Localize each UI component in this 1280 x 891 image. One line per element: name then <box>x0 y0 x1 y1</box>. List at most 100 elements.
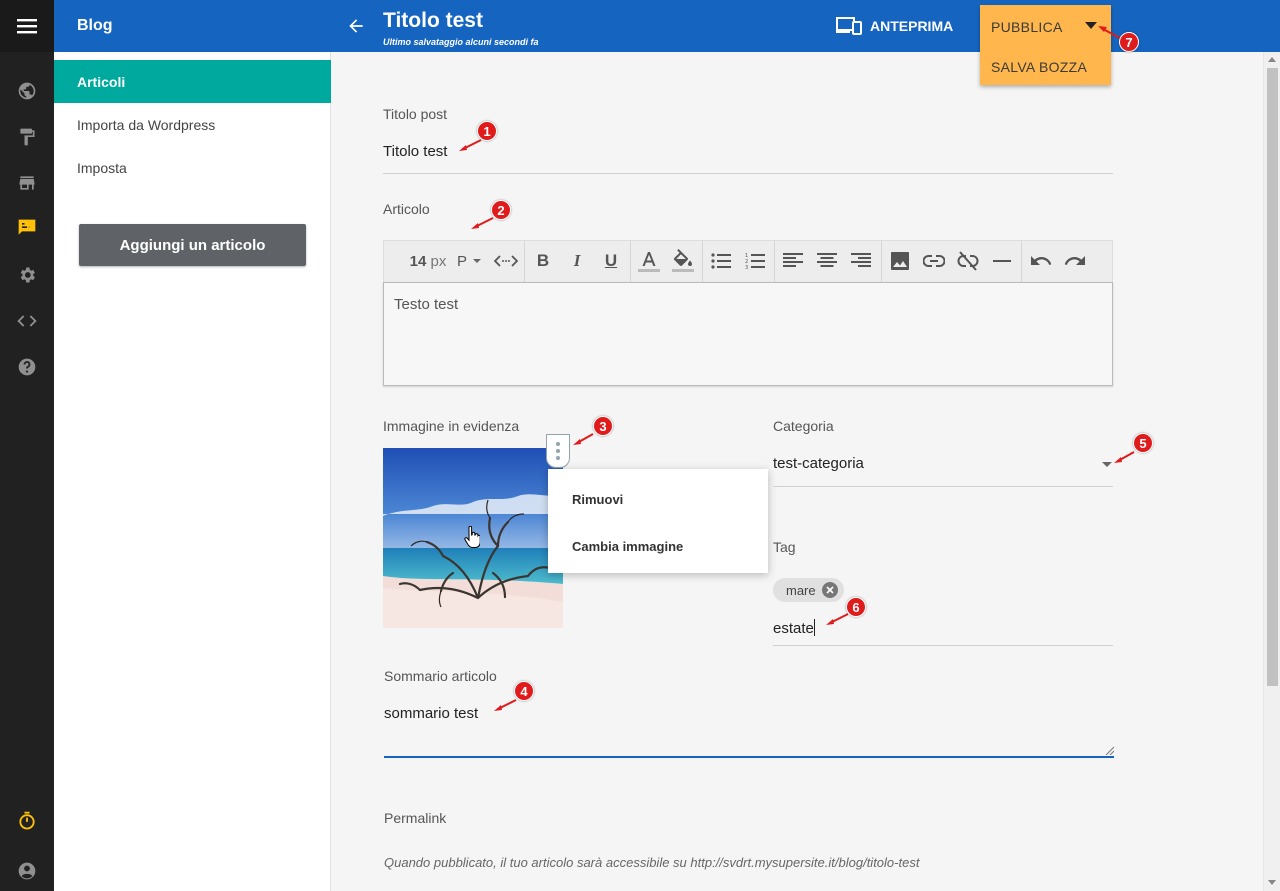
tag-underline <box>773 645 1113 646</box>
italic-button[interactable]: I <box>564 249 590 273</box>
svg-text:3: 3 <box>745 265 748 270</box>
publish-button[interactable]: PUBBLICA <box>991 19 1063 35</box>
help-icon <box>18 358 36 376</box>
annotation-arrow <box>1114 451 1135 463</box>
category-caret-icon[interactable] <box>1102 462 1112 467</box>
annotation-badge: 2 <box>491 200 511 220</box>
more-vert-icon <box>556 456 560 460</box>
add-article-button[interactable]: Aggiungi un articolo <box>79 224 306 266</box>
insert-image-button[interactable] <box>887 249 913 273</box>
tag-chip-label: mare <box>786 582 816 598</box>
change-image-option[interactable]: Cambia immagine <box>572 539 683 554</box>
annotation-badge: 6 <box>846 597 866 617</box>
fill-color-button[interactable] <box>670 249 696 273</box>
text-cursor <box>813 619 815 636</box>
code-view-button[interactable] <box>492 249 520 273</box>
category-label: Categoria <box>773 418 834 434</box>
insert-link-button[interactable] <box>921 249 947 273</box>
nav-help[interactable] <box>0 353 54 381</box>
icon-rail <box>0 0 54 891</box>
scroll-up-icon[interactable] <box>1268 57 1276 62</box>
close-icon[interactable] <box>821 582 838 598</box>
scroll-down-icon[interactable] <box>1268 880 1276 885</box>
arrow-back-icon <box>349 19 363 33</box>
toolbar-divider <box>702 241 703 283</box>
nav-blog[interactable] <box>0 214 54 242</box>
nav-account[interactable] <box>0 857 54 885</box>
scrollbar[interactable] <box>1263 52 1280 891</box>
annotation-badge: 5 <box>1133 433 1153 453</box>
bullet-list-button[interactable] <box>708 249 734 273</box>
numbered-list-button[interactable]: 123 <box>742 249 768 273</box>
font-size-unit: px <box>430 252 447 270</box>
tag-chip: mare <box>773 578 844 602</box>
text-color-button[interactable] <box>636 249 662 273</box>
align-left-button[interactable] <box>780 249 806 273</box>
menu-button[interactable] <box>0 0 54 52</box>
text-color-icon <box>638 252 660 272</box>
resize-handle-icon[interactable] <box>1105 746 1114 755</box>
remove-link-button[interactable] <box>955 249 981 273</box>
annotation-badge: 7 <box>1119 32 1139 52</box>
bullet-list-icon <box>711 253 731 269</box>
paragraph-caret-icon <box>473 259 481 263</box>
annotation-badge: 4 <box>514 681 534 701</box>
blog-edit-icon <box>18 219 36 235</box>
code-view-icon <box>494 255 518 267</box>
image-options-menu: Rimuovi Cambia immagine <box>548 469 768 573</box>
summary-underline <box>384 756 1114 758</box>
nav-settings[interactable] <box>0 261 54 289</box>
code-icon <box>17 315 37 327</box>
undo-button[interactable] <box>1028 249 1054 273</box>
toolbar-divider <box>524 241 525 283</box>
toolbar-divider <box>881 241 882 283</box>
redo-button[interactable] <box>1062 249 1088 273</box>
nav-design[interactable] <box>0 123 54 151</box>
scroll-thumb[interactable] <box>1267 68 1278 686</box>
numbered-list-icon: 123 <box>745 253 765 270</box>
remove-image-option[interactable]: Rimuovi <box>572 492 623 507</box>
paragraph-select[interactable]: P <box>454 249 484 273</box>
link-icon <box>923 255 945 267</box>
preview-button[interactable]: ANTEPRIMA <box>836 14 953 38</box>
font-size-select[interactable]: 14 px <box>406 249 450 273</box>
fill-color-icon <box>672 249 694 272</box>
align-left-icon <box>783 253 803 267</box>
align-center-button[interactable] <box>814 249 840 273</box>
gear-icon <box>20 267 35 283</box>
align-right-button[interactable] <box>848 249 874 273</box>
permalink-label: Permalink <box>384 810 447 826</box>
nav-globe[interactable] <box>0 77 54 105</box>
timer-icon <box>19 811 35 830</box>
nav-code[interactable] <box>0 307 54 335</box>
image-options-button[interactable] <box>546 434 570 468</box>
article-editor[interactable]: Testo test <box>383 282 1113 386</box>
nav-store[interactable] <box>0 169 54 197</box>
paragraph-value: P <box>456 252 467 270</box>
title-input[interactable]: Titolo test <box>383 143 447 160</box>
title-label: Titolo post <box>383 106 448 122</box>
underline-button[interactable]: U <box>598 249 624 273</box>
toolbar-divider <box>630 241 631 283</box>
summary-textarea[interactable]: sommario test <box>384 705 478 722</box>
menu-icon <box>17 19 37 34</box>
nav-timer[interactable] <box>0 807 54 835</box>
annotation-arrow <box>826 613 849 625</box>
horizontal-rule-icon <box>993 260 1011 262</box>
annotation-badge: 3 <box>593 416 613 436</box>
toolbar-divider <box>1021 241 1022 283</box>
bold-button[interactable]: B <box>530 249 556 273</box>
category-underline <box>773 486 1113 487</box>
category-select[interactable]: test-categoria <box>773 455 864 472</box>
article-label: Articolo <box>383 201 430 217</box>
sidebar-item-imposta[interactable]: Imposta <box>54 146 331 189</box>
page-title: Titolo test <box>383 9 483 32</box>
sidebar-item-articoli[interactable]: Articoli <box>54 60 331 103</box>
tag-input-text: estate <box>773 620 814 637</box>
editor-toolbar: 14 px P B I U 123 <box>383 240 1113 283</box>
caret-down-icon[interactable] <box>1085 22 1097 29</box>
tag-input[interactable]: estate <box>773 619 815 637</box>
back-button[interactable] <box>344 14 368 38</box>
sidebar-item-importa[interactable]: Importa da Wordpress <box>54 103 331 146</box>
horizontal-rule-button[interactable] <box>989 249 1015 273</box>
